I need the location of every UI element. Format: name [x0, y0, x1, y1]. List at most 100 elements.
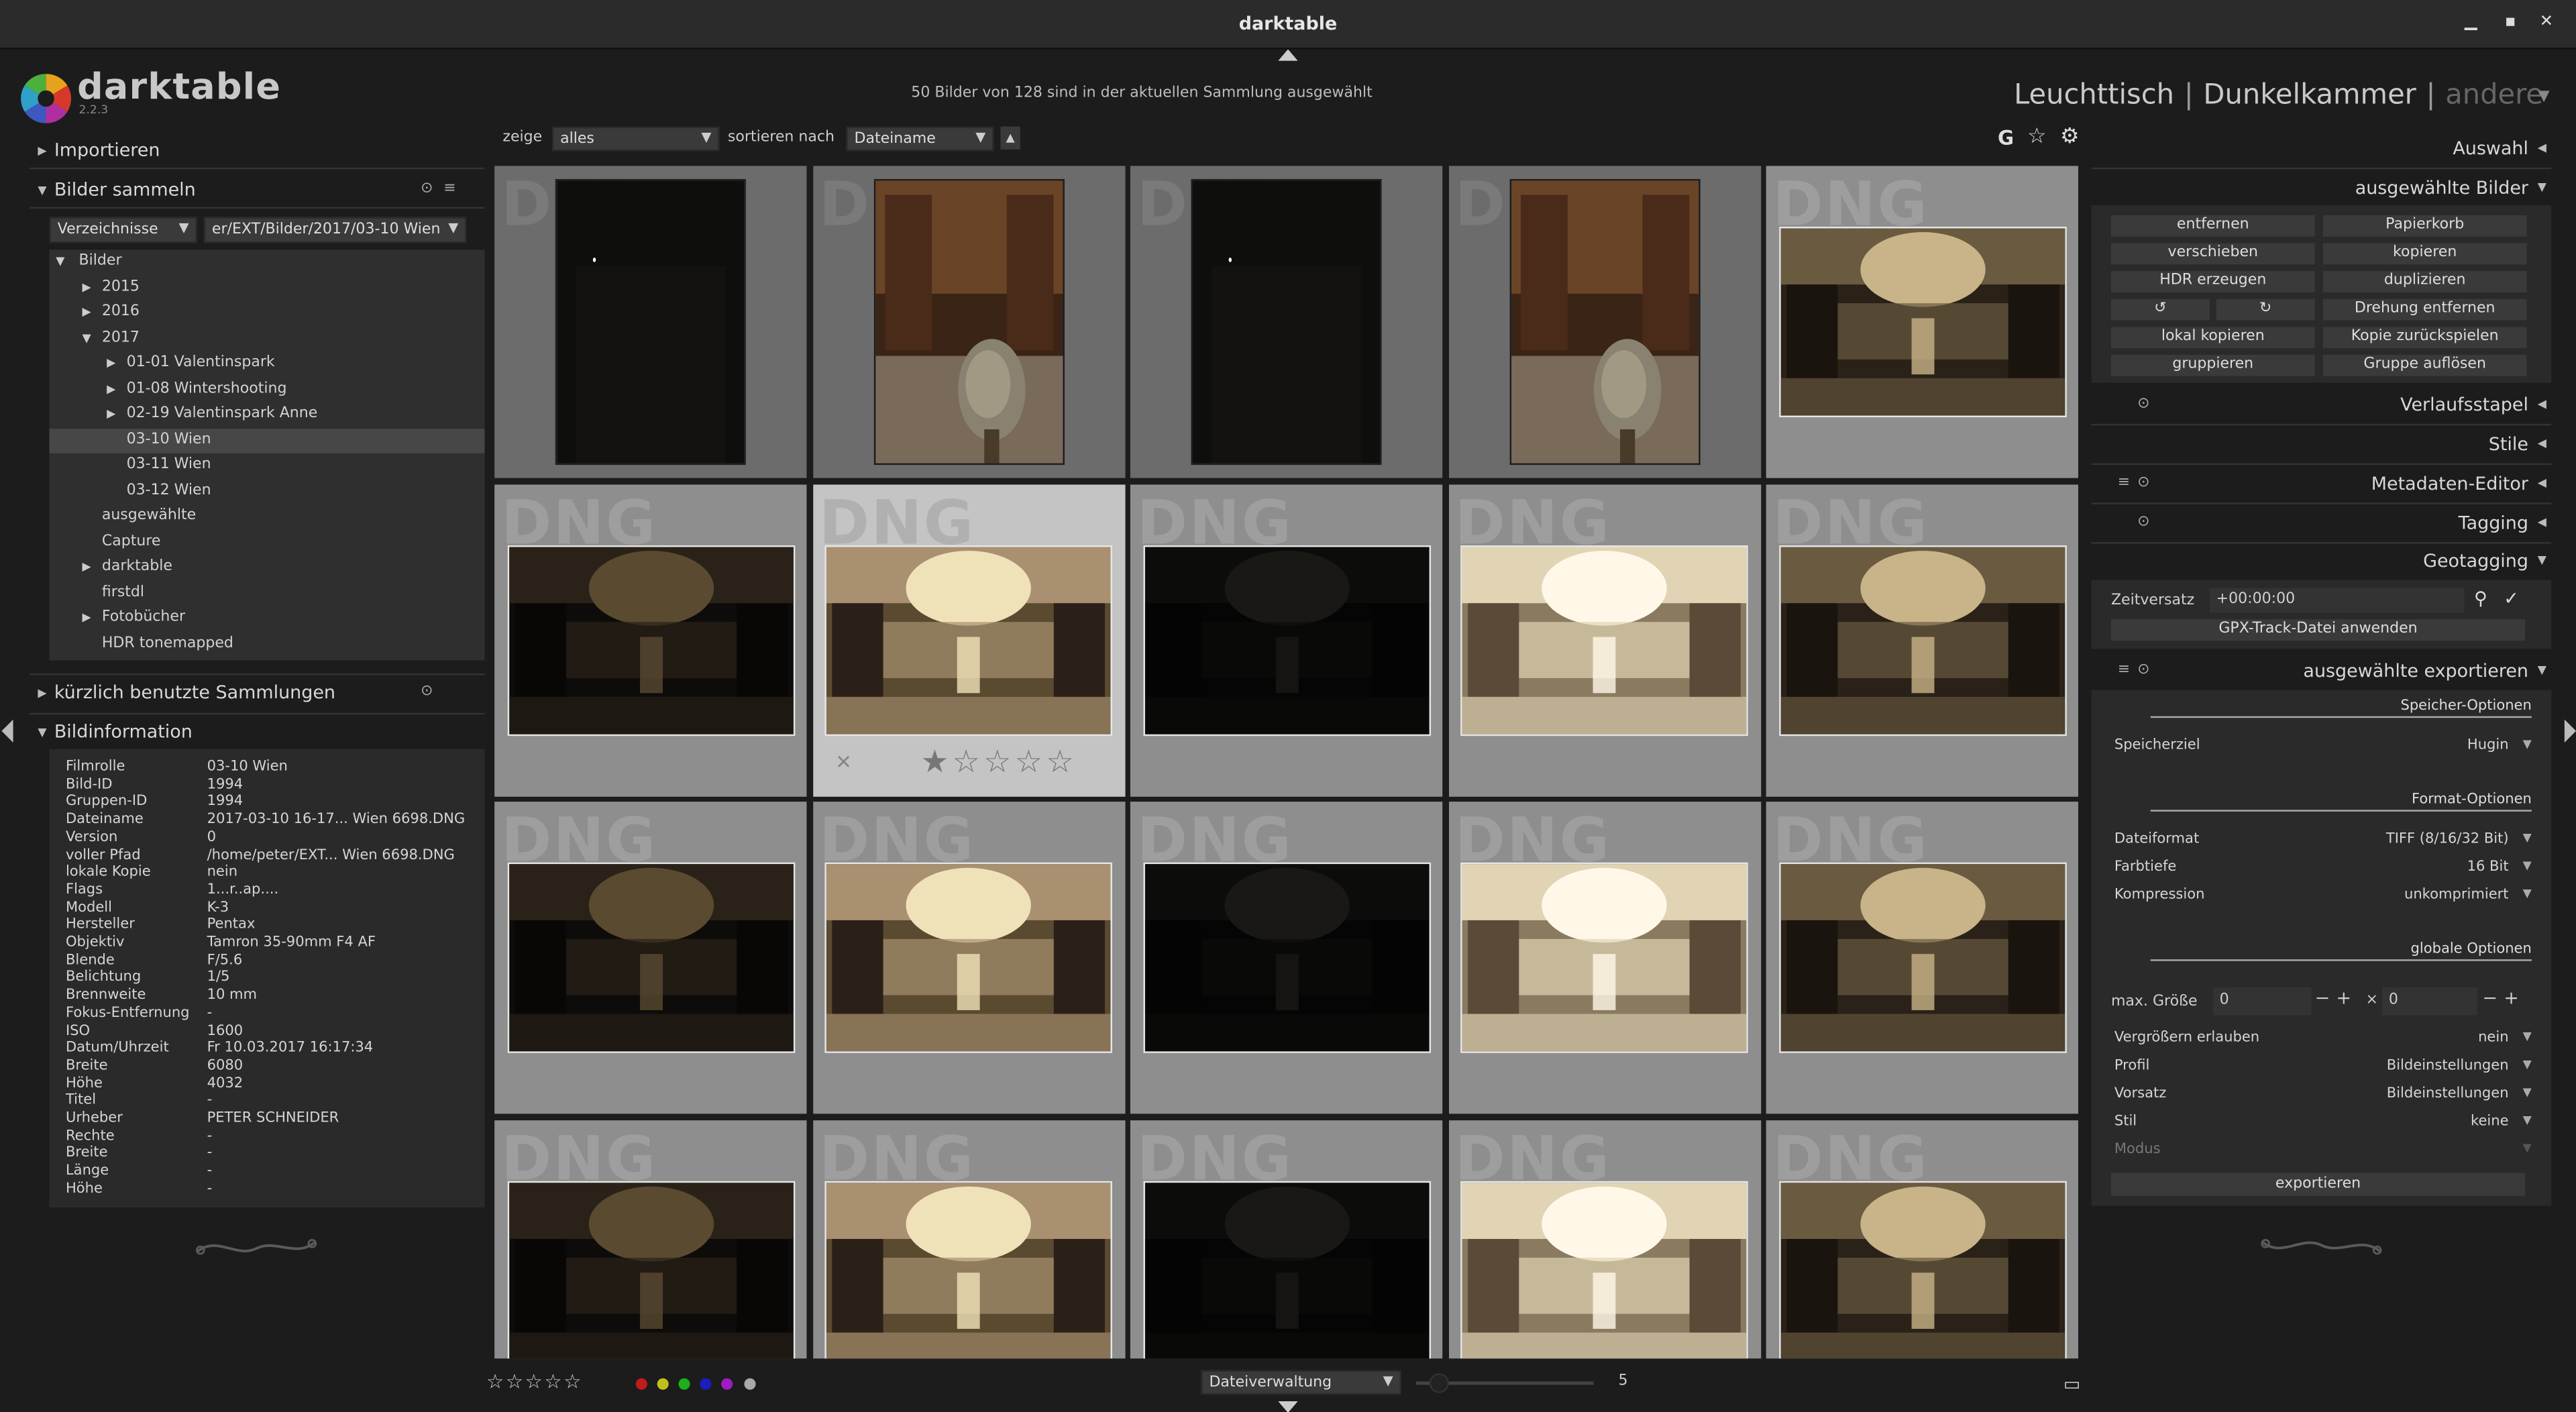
rating-filter-stars[interactable]: ☆☆☆☆☆ — [486, 1370, 583, 1393]
thumbnail-cell[interactable]: DNG — [1766, 1119, 2078, 1359]
thumbnail-image[interactable] — [824, 544, 1112, 735]
gear-icon[interactable]: ⚙ — [2060, 125, 2080, 150]
thumbnail-image[interactable] — [1142, 862, 1430, 1053]
thumbnail-image[interactable] — [1778, 226, 2066, 418]
thumbnail-cell[interactable]: DNG — [812, 166, 1125, 478]
right-panel-collapse-icon[interactable] — [2564, 719, 2576, 743]
thumbnail-cell[interactable]: DNG — [812, 802, 1125, 1114]
collect-path-input[interactable]: er/EXT/Bilder/2017/03-10 Wien ▼ — [203, 217, 467, 243]
tree-item[interactable]: 03-11 Wien — [49, 453, 484, 479]
profile-select[interactable]: Profil Bildeinstellungen ▼ — [2114, 1058, 2532, 1081]
tree-item[interactable]: ▶ Fotobücher — [49, 606, 484, 632]
max-width-decrease[interactable]: − — [2315, 987, 2330, 1009]
search-icon[interactable]: ⚲ — [2474, 588, 2487, 610]
tree-item[interactable]: HDR tonemapped — [49, 632, 484, 657]
recent-collections-header[interactable]: ▶ kürzlich benutzte Sammlungen ⊙ — [30, 677, 484, 710]
thumbnail-image[interactable] — [1460, 862, 1748, 1053]
select-section-header[interactable]: Auswahl ◀ — [2092, 133, 2552, 166]
thumbnail-image[interactable] — [1142, 544, 1430, 735]
group-button[interactable]: gruppieren — [2110, 354, 2315, 376]
tree-item[interactable]: Capture — [49, 530, 484, 555]
tree-item[interactable]: firstdl — [49, 581, 484, 606]
thumbnail-cell[interactable]: DNG — [1448, 166, 1761, 478]
geotagging-header[interactable]: Geotagging ▼ — [2092, 545, 2552, 578]
reject-icon[interactable]: ✕ — [835, 750, 852, 773]
thumbnail-cell[interactable]: DNG — [1448, 802, 1761, 1114]
preset-icon[interactable]: ⊙ — [421, 684, 433, 700]
color-label-gray[interactable] — [744, 1378, 756, 1390]
thumbnail-image[interactable] — [1460, 544, 1748, 735]
tree-item-selected[interactable]: 03-10 Wien — [49, 427, 485, 453]
thumbnail-image[interactable] — [824, 862, 1112, 1053]
thumbnail-cell[interactable]: DNG — [494, 484, 807, 796]
copy-button[interactable]: kopieren — [2322, 243, 2527, 265]
tree-item[interactable]: ▶ 2015 — [49, 275, 484, 301]
thumbnail-cell[interactable]: DNG ✕ ★☆☆☆☆ — [812, 484, 1125, 796]
copy-locally-button[interactable]: lokal kopieren — [2110, 327, 2315, 349]
zoom-value[interactable]: 5 — [1602, 1373, 1645, 1389]
thumbnail-image[interactable] — [1778, 544, 2066, 735]
thumbnail-image[interactable] — [1509, 178, 1700, 466]
tree-item[interactable]: ausgewählte — [49, 504, 484, 530]
view-darkroom[interactable]: Dunkelkammer — [2203, 79, 2416, 112]
thumbnail-image[interactable] — [873, 178, 1064, 466]
reset-rotation-button[interactable]: Drehung entfernen — [2322, 298, 2527, 321]
thumbnail-cell[interactable]: DNG — [494, 1119, 807, 1359]
thumbnail-cell[interactable]: DNG — [1130, 1119, 1443, 1359]
storage-target-select[interactable]: Speicherziel Hugin ▼ — [2114, 738, 2532, 761]
views-dropdown-icon[interactable]: ▼ — [2538, 89, 2550, 105]
apply-gpx-button[interactable]: GPX-Track-Datei anwenden — [2110, 619, 2526, 641]
thumbnail-image[interactable] — [1778, 862, 2066, 1053]
time-offset-input[interactable]: +00:00:00 — [2209, 588, 2465, 613]
star-icon[interactable]: ☆ — [2027, 125, 2047, 150]
top-panel-collapse-icon[interactable] — [1278, 49, 1298, 61]
view-lighttable[interactable]: Leuchttisch — [2014, 79, 2174, 112]
tree-item[interactable]: 03-12 Wien — [49, 479, 484, 504]
color-label-purple[interactable] — [721, 1378, 733, 1390]
tree-item[interactable]: ▶ 2016 — [49, 301, 484, 326]
move-button[interactable]: verschieben — [2110, 243, 2315, 265]
apply-check-icon[interactable]: ✓ — [2504, 588, 2519, 610]
color-label-green[interactable] — [678, 1378, 690, 1390]
thumbnail-cell[interactable]: DNG — [1130, 484, 1443, 796]
import-section-header[interactable]: ▶ Importieren — [30, 135, 484, 168]
thumbnail-image[interactable] — [506, 862, 795, 1053]
styles-header[interactable]: Stile ◀ — [2092, 429, 2552, 461]
bit-depth-select[interactable]: Farbtiefe 16 Bit ▼ — [2114, 859, 2532, 882]
tree-item[interactable]: ▼ Bilder — [49, 250, 484, 275]
menu-icon[interactable]: ≡ — [443, 180, 455, 197]
history-stack-header[interactable]: ⊙ Verlaufsstapel ◀ — [2092, 389, 2552, 422]
color-label-yellow[interactable] — [657, 1378, 669, 1390]
thumbnail-cell[interactable]: DNG — [1130, 166, 1443, 478]
ungroup-button[interactable]: Gruppe auflösen — [2322, 354, 2527, 376]
compression-select[interactable]: Kompression unkomprimiert ▼ — [2114, 887, 2532, 910]
tree-item[interactable]: ▼ 2017 — [49, 326, 484, 351]
thumbnail-image[interactable] — [824, 1180, 1112, 1359]
rotate-ccw-button[interactable]: ↺ — [2110, 298, 2210, 321]
minimize-button[interactable]: ▁ — [2459, 11, 2482, 34]
preset-icon[interactable]: ⊙ — [421, 180, 433, 197]
thumbnail-cell[interactable]: DNG — [1766, 802, 2078, 1114]
show-filter-select[interactable]: alles ▼ — [551, 126, 720, 152]
monitor-icon[interactable]: ▭ — [2063, 1373, 2080, 1395]
collect-property-select[interactable]: Verzeichnisse ▼ — [49, 217, 197, 243]
thumbnail-image[interactable] — [1778, 1180, 2066, 1359]
create-hdr-button[interactable]: HDR erzeugen — [2110, 271, 2315, 292]
export-header[interactable]: ≡ ⊙ ausgewählte exportieren ▼ — [2092, 655, 2552, 688]
resync-local-copy-button[interactable]: Kopie zurückspielen — [2322, 327, 2527, 349]
tree-item[interactable]: ▶ 01-01 Valentinspark — [49, 351, 484, 377]
layout-select[interactable]: Dateiverwaltung ▼ — [1201, 1370, 1401, 1395]
duplicate-button[interactable]: duplizieren — [2322, 271, 2527, 292]
tree-item[interactable]: ▶ darktable — [49, 555, 484, 581]
file-format-select[interactable]: Dateiformat TIFF (8/16/32 Bit) ▼ — [2114, 831, 2532, 854]
max-height-input[interactable]: 0 — [2382, 987, 2478, 1016]
export-button[interactable]: exportieren — [2110, 1173, 2526, 1196]
left-panel-collapse-icon[interactable] — [1, 719, 13, 743]
view-other[interactable]: andere — [2445, 79, 2543, 112]
collect-section-header[interactable]: ▼ Bilder sammeln ⊙ ≡ — [30, 174, 484, 207]
tree-item[interactable]: ▶ 01-08 Wintershooting — [49, 377, 484, 402]
style-select[interactable]: Stil keine ▼ — [2114, 1114, 2532, 1136]
thumbnail-cell[interactable]: DNG — [1448, 1119, 1761, 1359]
zoom-slider-handle[interactable] — [1429, 1373, 1450, 1393]
grouping-button[interactable]: G — [1998, 127, 2014, 150]
